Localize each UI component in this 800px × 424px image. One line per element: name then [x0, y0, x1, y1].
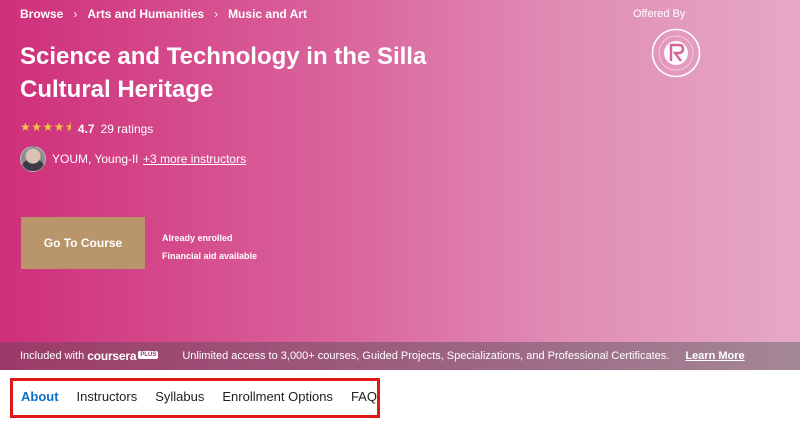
- breadcrumb-arts-humanities[interactable]: Arts and Humanities: [87, 7, 204, 21]
- tab-syllabus[interactable]: Syllabus: [155, 389, 204, 404]
- instructor-name[interactable]: YOUM, Young-Il: [52, 152, 138, 166]
- plus-included-label: Included with: [20, 350, 85, 362]
- plus-badge: PLUS: [138, 351, 159, 359]
- enrollment-info: Already enrolled Financial aid available: [162, 229, 257, 265]
- course-hero-banner: Browse › Arts and Humanities › Music and…: [0, 0, 800, 342]
- enrollment-status: Already enrolled: [162, 233, 233, 243]
- tab-faq[interactable]: FAQ: [351, 389, 377, 404]
- financial-aid-link[interactable]: Financial aid available: [162, 247, 257, 265]
- rating-value: 4.7: [77, 121, 95, 136]
- tab-enrollment-options[interactable]: Enrollment Options: [222, 389, 333, 404]
- plus-description: Unlimited access to 3,000+ courses, Guid…: [182, 350, 670, 362]
- more-instructors-link[interactable]: +3 more instructors: [143, 152, 246, 166]
- coursera-plus-banner: Included with coursera PLUS Unlimited ac…: [0, 342, 800, 370]
- avatar: [20, 146, 46, 172]
- go-to-course-button[interactable]: Go To Course: [21, 217, 145, 269]
- breadcrumb-browse[interactable]: Browse: [20, 7, 63, 21]
- breadcrumb: Browse › Arts and Humanities › Music and…: [20, 7, 307, 21]
- breadcrumb-music-art[interactable]: Music and Art: [228, 7, 307, 21]
- university-logo-icon[interactable]: [651, 28, 701, 78]
- course-rating: ★★★★⯨ 4.7 29 ratings: [20, 118, 153, 139]
- section-tabs: About Instructors Syllabus Enrollment Op…: [21, 389, 395, 404]
- tab-instructors[interactable]: Instructors: [77, 389, 138, 404]
- learn-more-link[interactable]: Learn More: [685, 350, 744, 362]
- instructor-row: YOUM, Young-Il +3 more instructors: [20, 146, 246, 172]
- chevron-right-icon: ›: [214, 7, 219, 21]
- page-title: Science and Technology in the Silla Cult…: [20, 43, 427, 103]
- rating-count[interactable]: 29 ratings: [101, 122, 154, 136]
- offered-by-label: Offered By: [633, 8, 686, 20]
- star-rating-icon: ★★★★⯨: [20, 120, 72, 134]
- tab-about[interactable]: About: [21, 389, 59, 404]
- coursera-logo: coursera: [87, 349, 137, 363]
- chevron-right-icon: ›: [73, 7, 78, 21]
